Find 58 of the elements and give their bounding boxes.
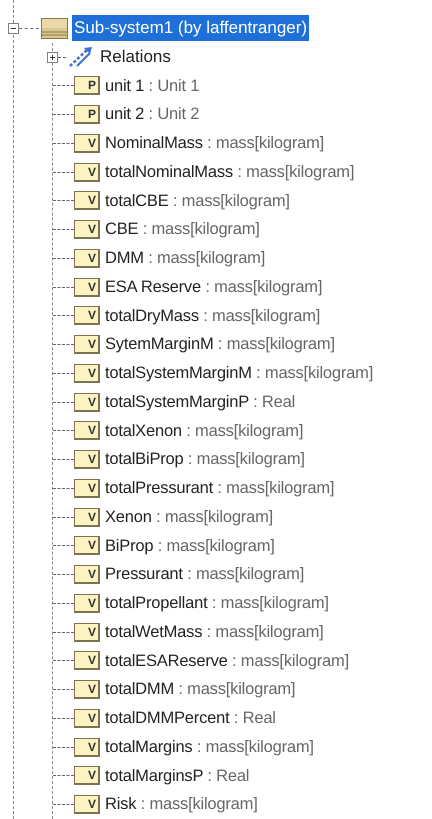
tree-item-label[interactable]: Pressurant : mass[kilogram]	[104, 562, 306, 587]
tree-item-label[interactable]: NominalMass : mass[kilogram]	[104, 131, 326, 156]
value-badge-icon: V	[74, 766, 100, 786]
tree-item-label[interactable]: totalDryMass : mass[kilogram]	[104, 304, 322, 328]
value-badge-icon: V	[74, 335, 100, 354]
tree-item-label[interactable]: Xenon : mass[kilogram]	[104, 504, 274, 530]
value-badge-icon: V	[74, 594, 100, 613]
tree-item-label[interactable]: SytemMarginM : mass[kilogram]	[104, 332, 336, 357]
value-badge-icon: V	[74, 306, 100, 326]
tree-item-label[interactable]: Sub-system1 (by laffentranger)	[72, 15, 310, 42]
relation-icon	[68, 46, 94, 68]
collapse-icon[interactable]	[8, 22, 19, 34]
part-badge-icon: P	[74, 105, 100, 124]
value-badge-icon: V	[74, 450, 100, 470]
tree-item-label[interactable]: CBE : mass[kilogram]	[104, 217, 261, 242]
value-badge-icon: V	[74, 191, 100, 210]
tree-item-label[interactable]: totalWetMass : mass[kilogram]	[104, 620, 325, 644]
tree-item-label[interactable]: totalPressurant : mass[kilogram]	[104, 476, 336, 501]
value-badge-icon: V	[74, 364, 100, 383]
value-badge-icon: V	[74, 536, 100, 556]
tree-item-label[interactable]: totalMargins : mass[kilogram]	[104, 734, 315, 760]
tree-item-label[interactable]: Risk : mass[kilogram]	[104, 792, 259, 817]
tree-item-label[interactable]: Relations	[99, 44, 172, 70]
tree-item-label[interactable]: totalMarginsP : Real	[104, 764, 250, 788]
tree-item-label[interactable]: totalPropellant : mass[kilogram]	[104, 591, 330, 616]
value-badge-icon: V	[74, 392, 100, 412]
value-badge-icon: V	[74, 478, 100, 498]
tree-item-label[interactable]: totalCBE : mass[kilogram]	[104, 188, 291, 214]
tree-item-label[interactable]: totalESAReserve : mass[kilogram]	[104, 648, 350, 674]
tree-item-label[interactable]: DMM : mass[kilogram]	[104, 246, 266, 271]
value-badge-icon: V	[74, 795, 100, 814]
tree-item-label[interactable]: totalNominalMass : mass[kilogram]	[104, 160, 356, 184]
value-badge-icon: V	[74, 278, 100, 297]
tree-item-label[interactable]: ESA Reserve : mass[kilogram]	[104, 274, 324, 300]
value-badge-icon: V	[74, 622, 100, 642]
tree-item-label[interactable]: totalDMMPercent : Real	[104, 706, 277, 731]
value-badge-icon: V	[74, 162, 100, 182]
tree-item-label[interactable]: totalSystemMarginM : mass[kilogram]	[104, 361, 374, 386]
tree-item-label[interactable]: totalDMM : mass[kilogram]	[104, 677, 296, 702]
value-badge-icon: V	[74, 651, 100, 670]
part-badge-icon: P	[74, 76, 100, 96]
tree-item-label[interactable]: unit 1 : Unit 1	[104, 74, 200, 98]
value-badge-icon: V	[74, 421, 100, 440]
value-badge-icon: V	[74, 565, 100, 584]
tree-item-label[interactable]: totalSystemMarginP : Real	[104, 390, 296, 414]
tree-item-label[interactable]: BiProp : mass[kilogram]	[104, 534, 276, 558]
value-badge-icon: V	[74, 738, 100, 757]
tree-item-label[interactable]: unit 2 : Unit 2	[104, 102, 200, 127]
expand-icon[interactable]	[47, 52, 58, 63]
tree-item-label[interactable]: totalBiProp : mass[kilogram]	[104, 447, 306, 472]
value-badge-icon: V	[74, 248, 100, 268]
block-icon	[41, 18, 68, 39]
value-badge-icon: V	[74, 708, 100, 728]
value-badge-icon: V	[74, 680, 100, 700]
value-badge-icon: V	[74, 508, 100, 527]
tree-item-label[interactable]: totalXenon : mass[kilogram]	[104, 418, 304, 444]
value-badge-icon: V	[74, 134, 100, 153]
value-badge-icon: V	[74, 220, 100, 240]
